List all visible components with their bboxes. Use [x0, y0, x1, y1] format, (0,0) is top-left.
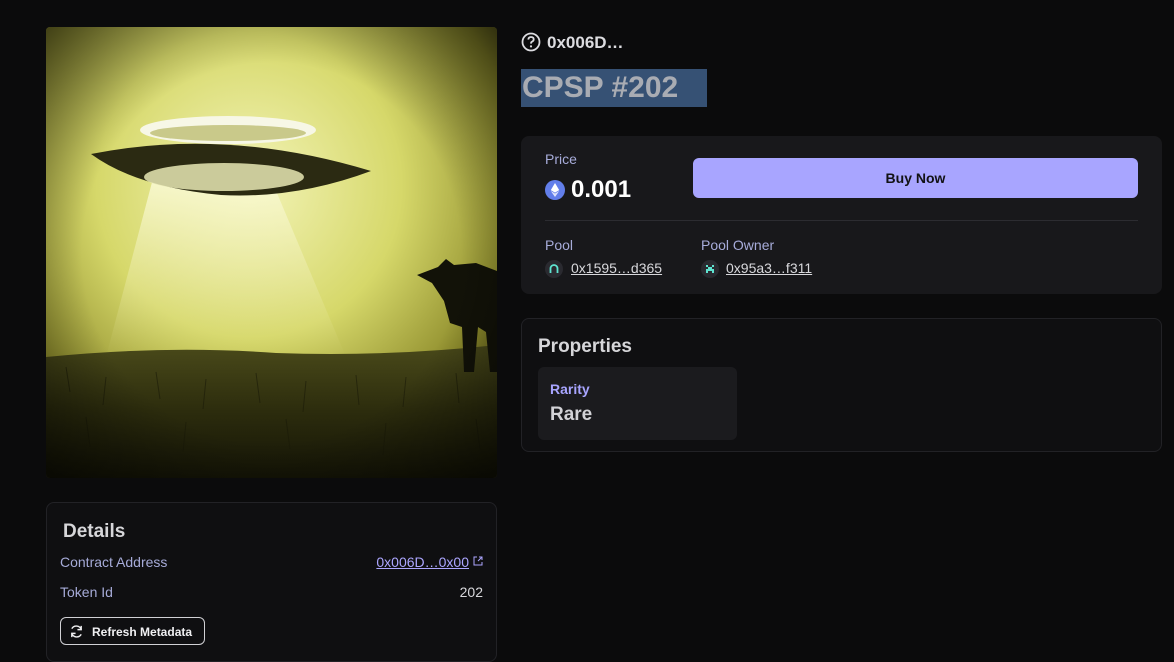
nft-title: CPSP #202	[522, 71, 679, 104]
pool-owner-label: Pool Owner	[701, 237, 775, 253]
buy-now-button[interactable]: Buy Now	[693, 158, 1138, 198]
ethereum-icon	[545, 180, 565, 200]
details-card: Details Contract Address 0x006D…0x00 Tok…	[46, 502, 497, 662]
price-label: Price	[545, 151, 577, 167]
refresh-icon	[71, 625, 82, 638]
nft-image	[46, 27, 497, 478]
price-card: Price 0.001 Buy Now Pool 0x1595…d365 Poo…	[521, 136, 1162, 294]
pool-icon	[545, 260, 563, 278]
property-trait: Rarity	[550, 381, 590, 397]
property-value: Rare	[550, 404, 593, 425]
properties-title: Properties	[538, 336, 632, 357]
details-title: Details	[63, 521, 126, 542]
owner-avatar-icon	[701, 260, 719, 278]
token-id-label: Token Id	[60, 584, 113, 600]
details-row-token-id: Token Id 202	[60, 584, 483, 604]
token-id-value: 202	[459, 584, 483, 600]
external-link-icon[interactable]	[473, 556, 483, 566]
refresh-metadata-button[interactable]: Refresh Metadata	[60, 617, 205, 645]
collection-name: 0x006D…	[547, 33, 624, 52]
pool-owner-address-link[interactable]: 0x95a3…f311	[726, 260, 812, 276]
question-circle-icon	[521, 32, 541, 52]
divider	[545, 220, 1138, 221]
contract-address-link[interactable]: 0x006D…0x00	[376, 554, 469, 570]
pool-address-link[interactable]: 0x1595…d365	[571, 260, 662, 276]
details-row-contract: Contract Address 0x006D…0x00	[60, 554, 483, 574]
pool-label: Pool	[545, 237, 574, 253]
properties-card: Properties Rarity Rare	[521, 318, 1162, 452]
property-item: Rarity Rare	[538, 367, 737, 440]
contract-address-label: Contract Address	[60, 554, 168, 570]
price-value: 0.001	[571, 176, 632, 203]
refresh-metadata-label: Refresh Metadata	[92, 625, 193, 639]
